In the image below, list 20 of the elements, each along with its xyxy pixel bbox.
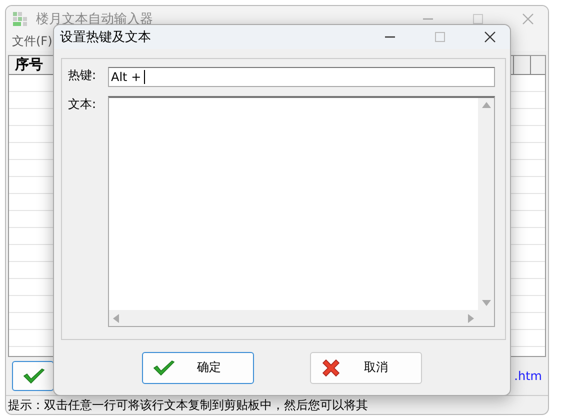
scroll-right-arrow-icon[interactable] <box>468 314 474 322</box>
menu-item[interactable]: 文件(F) <box>12 32 52 50</box>
close-icon[interactable] <box>484 31 496 43</box>
scroll-up-arrow-icon[interactable] <box>482 102 490 108</box>
maximize-icon[interactable] <box>472 12 484 24</box>
check-icon <box>153 360 175 376</box>
cross-icon <box>321 358 341 378</box>
cancel-button[interactable]: 取消 <box>310 352 422 384</box>
scroll-down-arrow-icon[interactable] <box>482 300 490 306</box>
maximize-icon[interactable] <box>434 31 446 43</box>
link[interactable]: .htm <box>514 369 542 383</box>
confirm-button[interactable] <box>12 361 54 391</box>
ok-button[interactable]: 确定 <box>142 352 254 384</box>
text-area[interactable] <box>108 96 495 327</box>
field-label: 文本: <box>68 96 98 113</box>
hotkey-field[interactable]: Alt + <box>108 67 495 87</box>
app-icon <box>12 10 28 26</box>
check-icon <box>23 368 45 384</box>
scroll-left-arrow-icon[interactable] <box>113 314 119 322</box>
dialog-title: 设置热键及文本 <box>60 29 152 46</box>
